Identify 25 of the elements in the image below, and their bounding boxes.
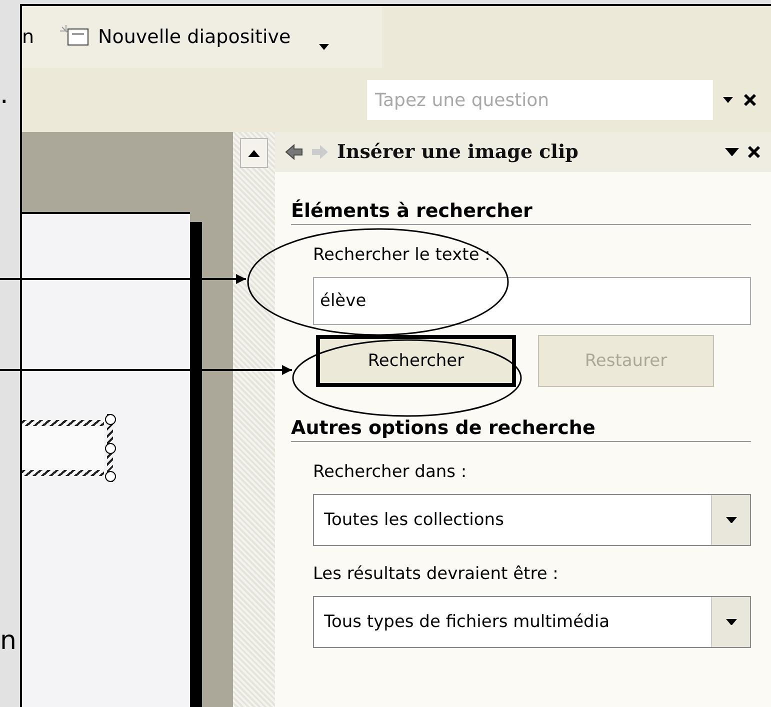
question-field[interactable]: Tapez une question: [367, 80, 713, 120]
slide-text-fragment: .: [0, 82, 8, 108]
close-icon[interactable]: [747, 145, 761, 159]
close-icon[interactable]: [743, 93, 757, 107]
caret-icon: [726, 516, 736, 524]
caret-icon: [723, 97, 733, 103]
caret-icon: [318, 44, 329, 50]
section-heading: Autres options de recherche: [291, 417, 751, 442]
caret-icon: [725, 148, 739, 156]
slide-text-fragment: n: [0, 628, 16, 654]
up-arrow-icon: [248, 150, 260, 156]
back-icon[interactable]: [285, 144, 303, 160]
text-placeholder[interactable]: [22, 414, 116, 482]
scroll-up-button[interactable]: [240, 138, 268, 168]
dropdown[interactable]: Toutes les collections: [313, 494, 751, 546]
new-slide-button[interactable]: Nouvelle diapositive: [98, 26, 291, 48]
field-label: Rechercher dans :: [313, 462, 468, 482]
section-heading: Éléments à rechercher: [291, 200, 751, 225]
toolbar-label[interactable]: n: [22, 26, 34, 48]
caret-icon: [726, 618, 736, 626]
field-label: Les résultats devraient être :: [313, 564, 560, 584]
dropdown[interactable]: Tous types de fichiers multimédia: [313, 596, 751, 648]
search-text-field[interactable]: élève: [313, 277, 751, 325]
pane-title: Insérer une image clip: [337, 141, 580, 163]
search-button[interactable]: Rechercher: [316, 335, 516, 387]
